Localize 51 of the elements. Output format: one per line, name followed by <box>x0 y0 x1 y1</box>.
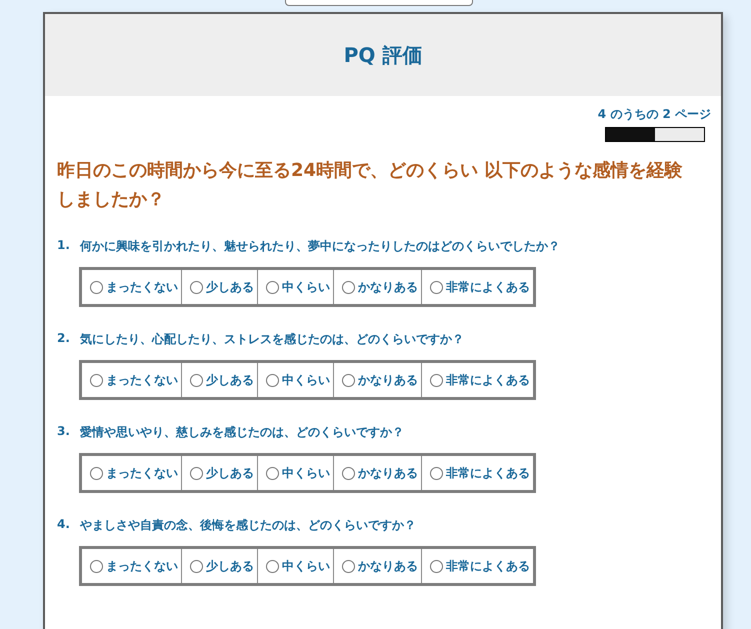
question-text: 気にしたり、心配したり、ストレスを感じたのは、どのくらいですか？ <box>80 331 464 348</box>
radio-button[interactable] <box>342 466 355 480</box>
page-title: PQ 評価 <box>344 42 422 68</box>
option-label[interactable]: かなりある <box>358 278 418 296</box>
option-label[interactable]: かなりある <box>358 372 418 388</box>
option-label[interactable]: 少しある <box>206 372 254 388</box>
radio-button[interactable] <box>342 374 355 386</box>
radio-button[interactable] <box>266 466 279 480</box>
option-label[interactable]: まったくない <box>106 278 178 296</box>
option-label[interactable]: 少しある <box>206 558 254 574</box>
option-label[interactable]: まったくない <box>106 464 178 482</box>
question-text: 何かに興味を引かれたり、魅せられたり、夢中になったりしたのはどのくらいでしたか？ <box>80 238 560 255</box>
option-label[interactable]: 少しある <box>206 278 254 296</box>
question-number: 4. <box>57 517 68 533</box>
radio-button[interactable] <box>90 560 103 572</box>
radio-button[interactable] <box>190 374 203 386</box>
question-number: 3. <box>57 424 68 440</box>
question-number: 1. <box>57 238 68 254</box>
option-label[interactable]: かなりある <box>358 464 418 482</box>
option-label[interactable]: 非常によくある <box>446 278 530 296</box>
question-text: やましさや自責の念、後悔を感じたのは、どのくらいですか？ <box>80 517 416 534</box>
radio-button[interactable] <box>266 560 279 572</box>
radio-button[interactable] <box>430 560 443 572</box>
radio-button[interactable] <box>342 280 355 294</box>
radio-button[interactable] <box>430 280 443 294</box>
radio-button[interactable] <box>266 280 279 294</box>
radio-button[interactable] <box>430 374 443 386</box>
option-label[interactable]: まったくない <box>106 558 178 574</box>
option-label[interactable]: かなりある <box>358 558 418 574</box>
option-label[interactable]: 中くらい <box>282 372 330 388</box>
option-label[interactable]: 非常によくある <box>446 558 530 574</box>
radio-button[interactable] <box>190 560 203 572</box>
option-label[interactable]: 少しある <box>206 464 254 482</box>
radio-button[interactable] <box>266 374 279 386</box>
radio-button[interactable] <box>90 374 103 386</box>
page-counter: 4 のうちの 2 ページ <box>598 106 711 123</box>
radio-button[interactable] <box>90 466 103 480</box>
radio-button[interactable] <box>190 280 203 294</box>
question-number: 2. <box>57 331 68 347</box>
option-label[interactable]: まったくない <box>106 372 178 388</box>
radio-button[interactable] <box>90 280 103 294</box>
radio-button[interactable] <box>430 466 443 480</box>
option-label[interactable]: 中くらい <box>282 464 330 482</box>
radio-button[interactable] <box>190 466 203 480</box>
radio-button[interactable] <box>342 560 355 572</box>
option-label[interactable]: 非常によくある <box>446 372 530 388</box>
option-label[interactable]: 中くらい <box>282 278 330 296</box>
question-text: 愛情や思いやり、慈しみを感じたのは、どのくらいですか？ <box>80 424 404 441</box>
option-label[interactable]: 非常によくある <box>446 464 530 482</box>
option-label[interactable]: 中くらい <box>282 558 330 574</box>
question-heading: 昨日のこの時間から今に至る24時間で、どのくらい 以下のような感情を経験しましたか？ <box>57 159 684 212</box>
